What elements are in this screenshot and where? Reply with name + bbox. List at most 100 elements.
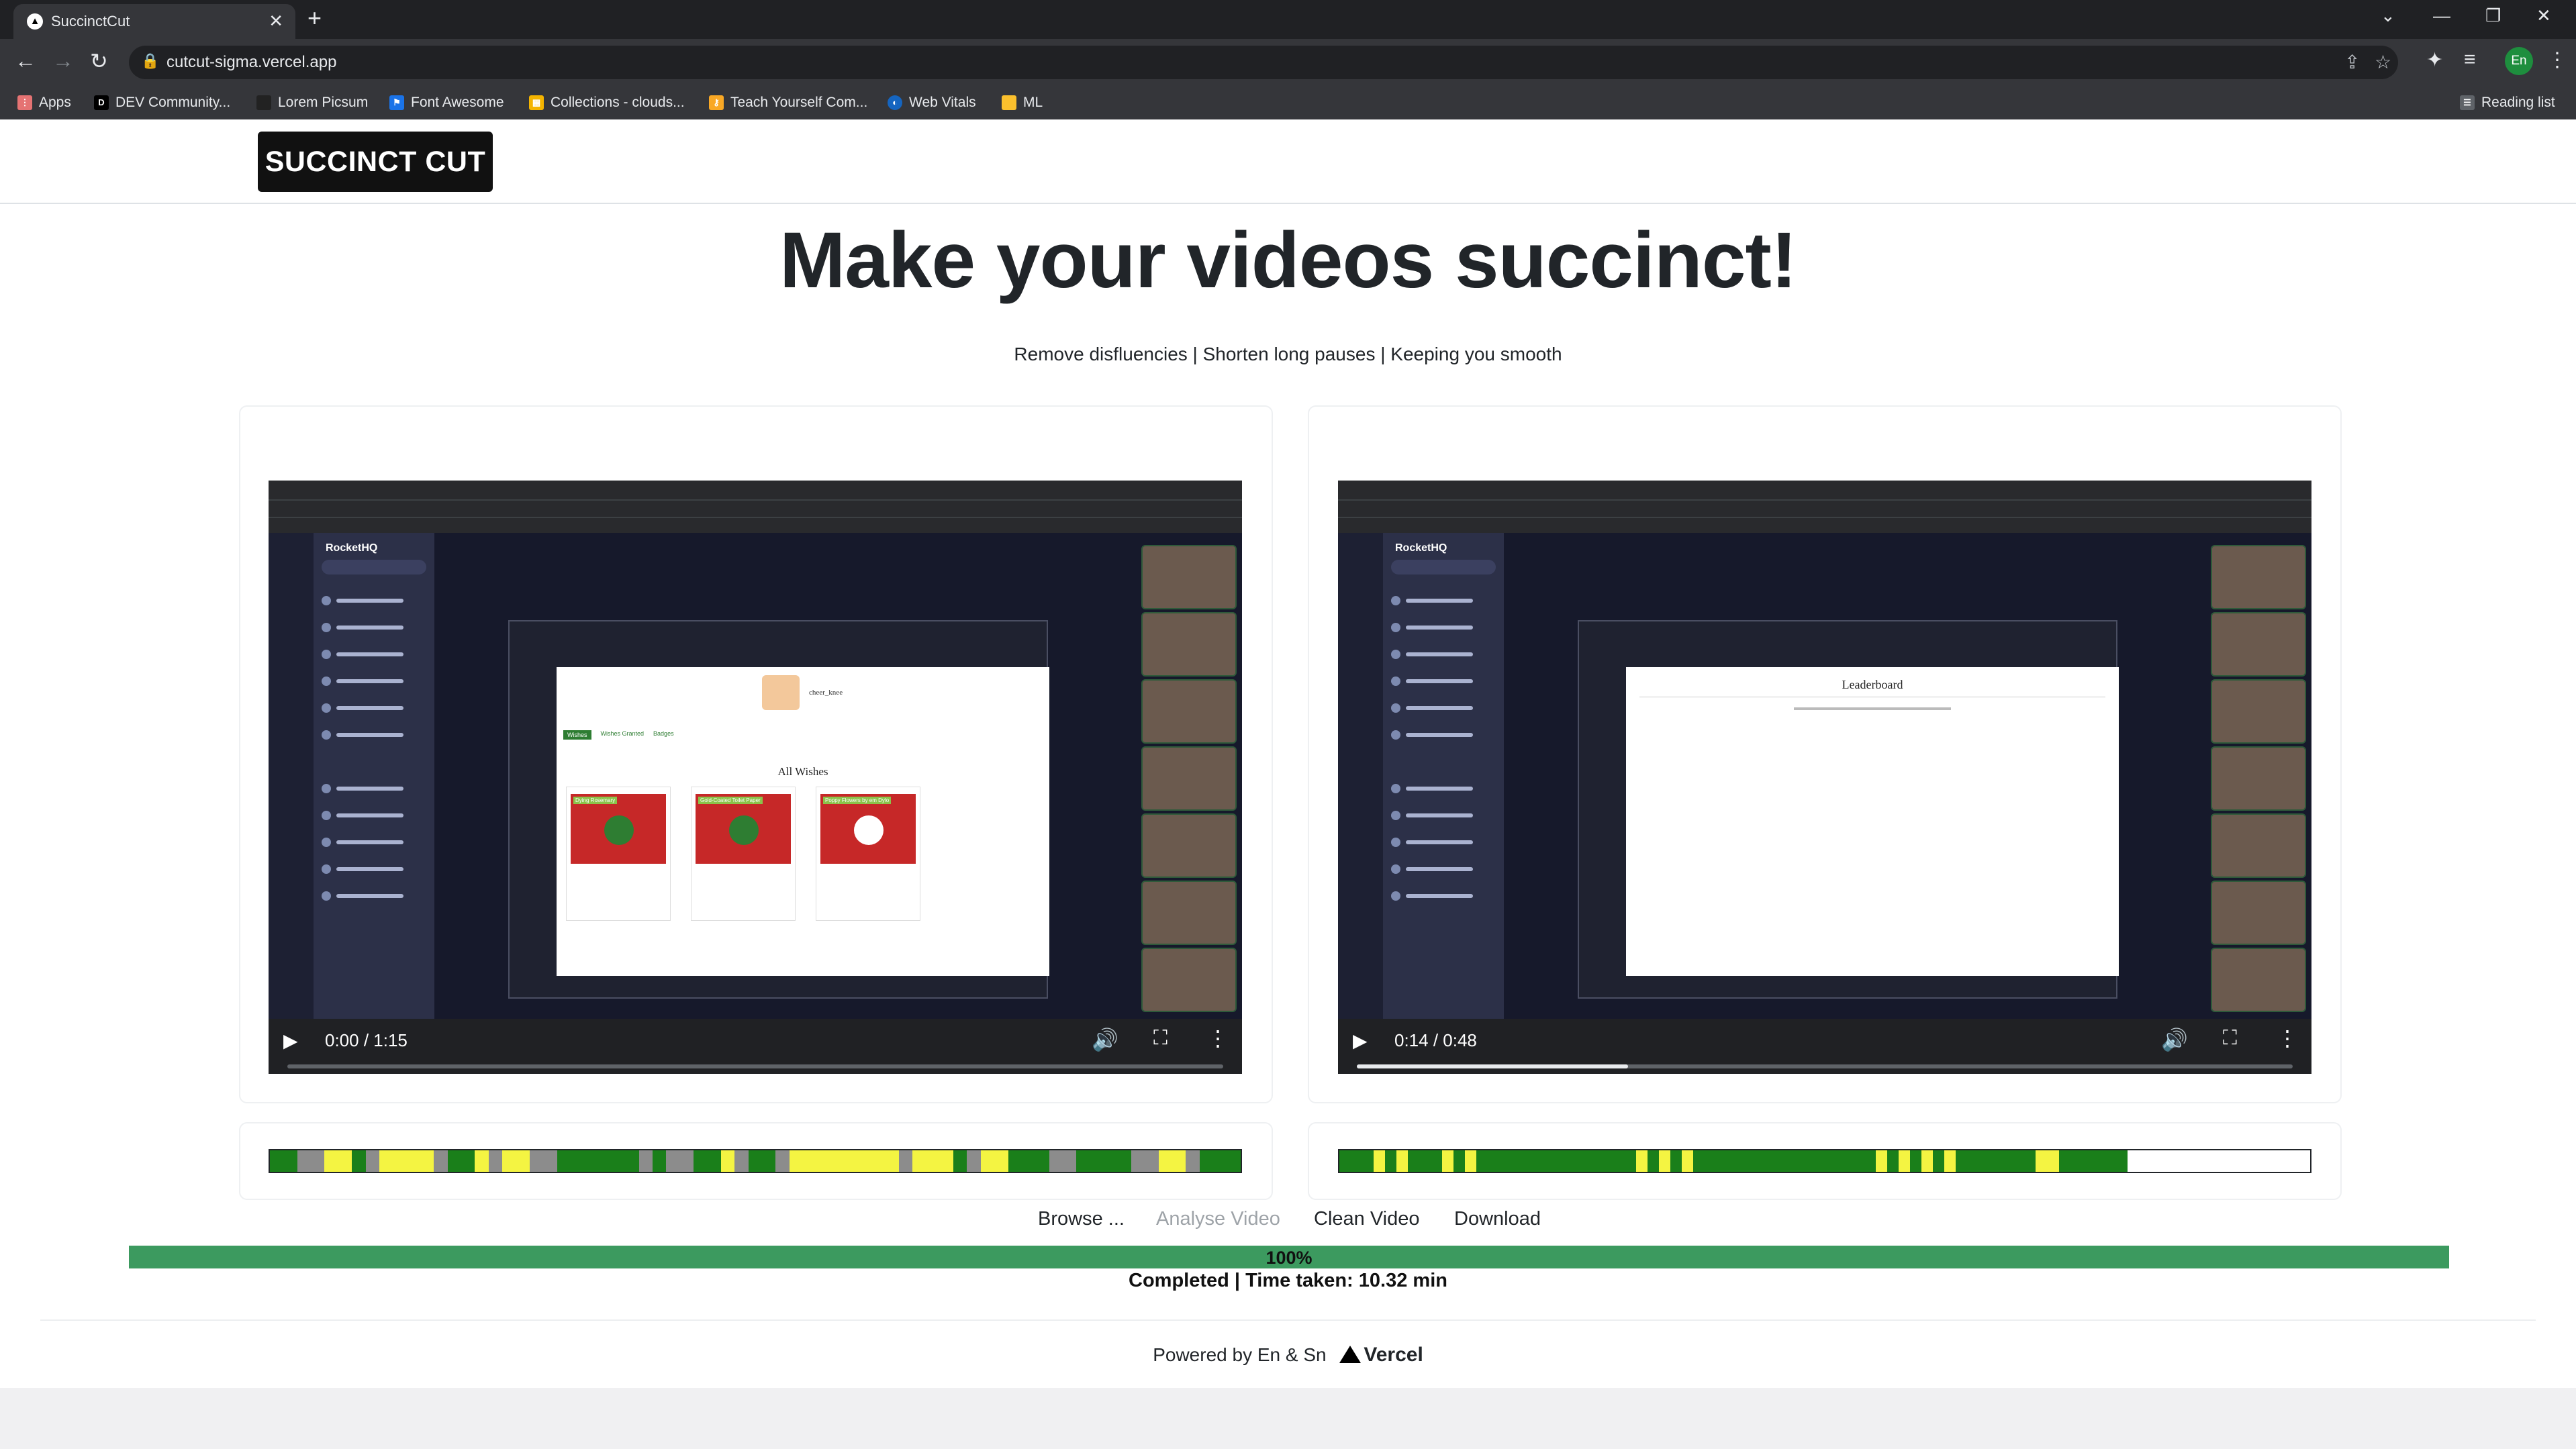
browser-tab-bar: ▲ SuccinctCut ✕ + ⌄ — ❐ ✕ bbox=[0, 0, 2576, 39]
timeline-segment-yellow bbox=[789, 1150, 899, 1172]
download-button[interactable]: Download bbox=[1454, 1208, 1541, 1230]
frame-heading: Leaderboard bbox=[1842, 678, 1903, 691]
progress-label: 100% bbox=[1266, 1248, 1313, 1268]
frame-app-rail bbox=[1338, 533, 1383, 1019]
timeline-segment-gray bbox=[638, 1150, 653, 1172]
bookmark-collections[interactable]: ▦ Collections - clouds... bbox=[529, 93, 685, 113]
bookmark-dev[interactable]: D DEV Community... bbox=[94, 93, 230, 113]
reading-list[interactable]: ☰ Reading list bbox=[2460, 93, 2555, 113]
vercel-link[interactable]: Vercel bbox=[1364, 1344, 1423, 1366]
brand-logo[interactable]: SUCCINCT CUT bbox=[258, 132, 493, 192]
timeline-segment-gray bbox=[365, 1150, 379, 1172]
frame-member-row bbox=[322, 623, 426, 632]
timeline-segment-green bbox=[1693, 1150, 1876, 1172]
timeline-segment-green bbox=[748, 1150, 776, 1172]
volume-icon[interactable]: 🔊 bbox=[1092, 1027, 1118, 1052]
timeline-segment-yellow bbox=[379, 1150, 434, 1172]
browser-toolbar: ← → ↻ 🔒 cutcut-sigma.vercel.app ⇪ ☆ ✦ ≡ … bbox=[0, 39, 2576, 86]
frame-inner-page: cheer_knee Wishes Wishes Granted Badges … bbox=[557, 667, 1049, 976]
frame-webcam bbox=[2211, 679, 2306, 744]
analyse-video-button[interactable]: Analyse Video bbox=[1156, 1208, 1280, 1230]
frame-webcam bbox=[2211, 545, 2306, 609]
media-control-icon[interactable]: ≡ bbox=[2464, 48, 2476, 71]
status-text: Completed | Time taken: 10.32 min bbox=[1129, 1270, 1447, 1291]
frame-gift-card: Gold-Coated Toilet Paper bbox=[691, 787, 796, 921]
forward-icon[interactable]: → bbox=[52, 48, 74, 73]
gift-image bbox=[820, 794, 916, 864]
timeline-segment-yellow bbox=[1944, 1150, 1956, 1172]
seek-bar[interactable] bbox=[287, 1064, 1223, 1068]
cut-video-player[interactable]: RocketHQ Leaderboard ▶ 0:14 / 0:48 🔊 ⛶ ⋮ bbox=[1338, 481, 2311, 1074]
frame-member-row bbox=[1391, 623, 1496, 632]
timeline-segment-green bbox=[1339, 1150, 1374, 1172]
frame-member-row bbox=[1391, 650, 1496, 659]
page-title: Make your videos succinct! bbox=[779, 216, 1797, 305]
timeline-segment-green bbox=[2058, 1150, 2128, 1172]
timeline-segment-gray bbox=[898, 1150, 912, 1172]
url-text: cutcut-sigma.vercel.app bbox=[166, 53, 337, 71]
frame-webcam bbox=[1141, 881, 1237, 945]
vercel-favicon-icon: ▲ bbox=[27, 13, 43, 30]
timeline-segment-gray bbox=[734, 1150, 749, 1172]
timeline-segment-empty bbox=[2127, 1150, 2310, 1172]
back-icon[interactable]: ← bbox=[15, 48, 36, 73]
timeline-segment-yellow bbox=[1876, 1150, 1888, 1172]
original-video-player[interactable]: RocketHQ cheer_knee Wishes Wishes Grante… bbox=[269, 481, 1242, 1074]
reload-icon[interactable]: ↻ bbox=[90, 48, 108, 74]
powered-by-text: Powered by En & Sn bbox=[1153, 1344, 1327, 1365]
bookmark-star-icon[interactable]: ☆ bbox=[2375, 51, 2391, 73]
timeline-segment-yellow bbox=[502, 1150, 530, 1172]
browse-button[interactable]: Browse ... bbox=[1038, 1208, 1125, 1230]
share-icon[interactable]: ⇪ bbox=[2344, 51, 2360, 73]
seek-bar[interactable] bbox=[1357, 1064, 2293, 1068]
play-icon[interactable]: ▶ bbox=[283, 1030, 298, 1052]
volume-icon[interactable]: 🔊 bbox=[2161, 1027, 2188, 1052]
frame-user-avatar bbox=[762, 675, 800, 710]
bookmark-ml[interactable]: ML bbox=[1002, 93, 1043, 113]
browser-tab[interactable]: ▲ SuccinctCut ✕ bbox=[13, 4, 295, 39]
timeline-segment-gray bbox=[1131, 1150, 1159, 1172]
bookmark-font-awesome[interactable]: ⚑ Font Awesome bbox=[389, 93, 504, 113]
restore-icon[interactable]: ❐ bbox=[2485, 5, 2501, 26]
frame-inner-window: cheer_knee Wishes Wishes Granted Badges … bbox=[508, 620, 1049, 999]
clean-video-button[interactable]: Clean Video bbox=[1314, 1208, 1419, 1230]
frame-sidebar-title: RocketHQ bbox=[1395, 542, 1447, 554]
timeline-segment-gray bbox=[666, 1150, 694, 1172]
more-options-icon[interactable]: ⋮ bbox=[1207, 1026, 1229, 1051]
footer-divider bbox=[40, 1319, 2536, 1321]
frame-webcam bbox=[2211, 813, 2306, 878]
address-bar[interactable]: 🔒 cutcut-sigma.vercel.app ⇪ ☆ bbox=[129, 46, 2398, 79]
video-frame-browser-bar bbox=[1338, 481, 2311, 533]
key-icon: ⚷ bbox=[709, 95, 724, 110]
frame-sidebar-title: RocketHQ bbox=[326, 542, 378, 554]
more-options-icon[interactable]: ⋮ bbox=[2277, 1026, 2298, 1051]
menu-kebab-icon[interactable]: ⋮ bbox=[2547, 48, 2567, 72]
frame-member-row bbox=[322, 838, 426, 847]
timeline-segment-yellow bbox=[1636, 1150, 1648, 1172]
original-disfluency-timeline bbox=[269, 1149, 1242, 1173]
frame-inner-page: Leaderboard bbox=[1626, 667, 2119, 976]
new-tab-icon[interactable]: + bbox=[307, 4, 322, 32]
profile-avatar[interactable]: En bbox=[2505, 47, 2533, 75]
frame-main-area: Leaderboard bbox=[1504, 533, 2311, 1019]
frame-member-row bbox=[1391, 891, 1496, 901]
bookmark-lorem-picsum[interactable]: Lorem Picsum bbox=[256, 93, 368, 113]
apps-grid-icon: ⋮ bbox=[17, 95, 32, 110]
tab-search-icon[interactable]: ⌄ bbox=[2381, 5, 2395, 26]
fullscreen-icon[interactable]: ⛶ bbox=[1153, 1027, 1167, 1050]
extensions-icon[interactable]: ✦ bbox=[2426, 48, 2443, 72]
bookmark-apps[interactable]: ⋮ Apps bbox=[17, 93, 71, 113]
fullscreen-icon[interactable]: ⛶ bbox=[2223, 1027, 2237, 1050]
bookmark-web-vitals[interactable]: ◐ Web Vitals bbox=[888, 93, 976, 113]
minimize-icon[interactable]: — bbox=[2433, 5, 2450, 26]
close-window-icon[interactable]: ✕ bbox=[2536, 5, 2551, 26]
timeline-segment-yellow bbox=[475, 1150, 489, 1172]
close-tab-icon[interactable]: ✕ bbox=[269, 11, 283, 32]
timeline-segment-yellow bbox=[1659, 1150, 1671, 1172]
tab-title: SuccinctCut bbox=[51, 13, 130, 30]
play-icon[interactable]: ▶ bbox=[1353, 1030, 1368, 1052]
frame-member-row bbox=[1391, 811, 1496, 820]
frame-webcam bbox=[2211, 881, 2306, 945]
video-controls: ▶ 0:14 / 0:48 🔊 ⛶ ⋮ bbox=[1338, 1019, 2311, 1074]
bookmark-teach-yourself[interactable]: ⚷ Teach Yourself Com... bbox=[709, 93, 867, 113]
